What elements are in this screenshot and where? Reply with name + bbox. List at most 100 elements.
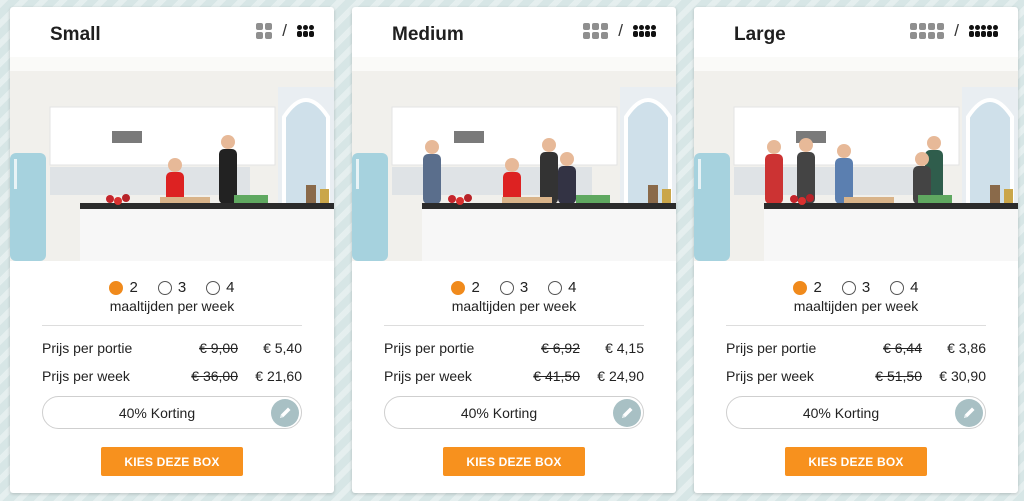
discount-text: 40% Korting (118, 405, 196, 421)
discount-text: 40% Korting (460, 405, 538, 421)
price-row: Prijs per week € 41,50 € 24,90 (384, 368, 644, 388)
kitchen-photo (10, 57, 334, 261)
meals-radio-group: 2 3 4 (10, 279, 334, 296)
price-label: Prijs per portie (42, 340, 133, 356)
meals-radio-group: 2 3 4 (694, 279, 1018, 296)
divider (726, 325, 986, 326)
meals-per-week-label: maaltijden per week (451, 298, 577, 314)
old-price: € 6,92 (541, 340, 580, 356)
meals-option-2[interactable]: 2 (109, 279, 138, 296)
separator: / (954, 21, 959, 40)
box-card-small: Small / 2 3 4 maaltijden per week Prijs … (10, 7, 334, 493)
family-icon[interactable] (969, 25, 998, 37)
radio-dot-icon[interactable] (499, 280, 514, 295)
old-price: € 41,50 (533, 368, 580, 384)
meals-option-label: 4 (568, 279, 577, 296)
box-card-large: Large / 2 3 4 maaltijden per week Prijs … (694, 7, 1018, 493)
price-label: Prijs per week (384, 368, 472, 384)
meals-option-3[interactable]: 3 (499, 279, 529, 296)
kitchen-photo-art (352, 57, 676, 261)
new-price: € 3,86 (947, 340, 986, 356)
radio-dot-icon[interactable] (157, 280, 172, 295)
edit-discount-button[interactable] (955, 399, 983, 427)
discount-field[interactable]: 40% Korting (726, 396, 986, 429)
kitchen-photo-art (694, 57, 1018, 261)
divider (42, 325, 302, 326)
meals-option-3[interactable]: 3 (841, 279, 871, 296)
meals-option-4[interactable]: 4 (890, 279, 919, 296)
household-icons: / (910, 21, 998, 41)
household-icons: / (583, 21, 656, 41)
old-price: € 51,50 (875, 368, 922, 384)
meals-per-week-label: maaltijden per week (109, 298, 235, 314)
pencil-icon (964, 407, 975, 418)
old-price: € 36,00 (191, 368, 238, 384)
family-icon[interactable] (297, 25, 314, 37)
meals-option-label: 2 (129, 279, 138, 296)
meals-option-label: 3 (861, 279, 871, 296)
family-icon[interactable] (633, 25, 656, 37)
radio-dot-icon[interactable] (793, 280, 808, 295)
edit-discount-button[interactable] (613, 399, 641, 427)
choose-box-button[interactable]: KIES DEZE BOX (101, 447, 243, 476)
price-label: Prijs per portie (726, 340, 817, 356)
meals-option-4[interactable]: 4 (548, 279, 577, 296)
three-person-icon[interactable] (583, 23, 609, 39)
meals-option-3[interactable]: 3 (157, 279, 187, 296)
pencil-icon (622, 407, 633, 418)
household-icons: / (256, 21, 314, 41)
price-label: Prijs per portie (384, 340, 475, 356)
new-price: € 24,90 (597, 368, 644, 384)
card-header: Medium / (352, 7, 676, 57)
price-row: Prijs per week € 51,50 € 30,90 (726, 368, 986, 388)
new-price: € 21,60 (255, 368, 302, 384)
four-person-icon[interactable] (910, 23, 945, 39)
meals-option-label: 4 (226, 279, 235, 296)
choose-box-button[interactable]: KIES DEZE BOX (785, 447, 927, 476)
separator: / (282, 21, 287, 40)
meals-per-week-label: maaltijden per week (793, 298, 919, 314)
meals-option-label: 3 (519, 279, 529, 296)
meals-option-2[interactable]: 2 (451, 279, 480, 296)
card-header: Large / (694, 7, 1018, 57)
meals-option-label: 2 (813, 279, 822, 296)
meals-option-4[interactable]: 4 (206, 279, 235, 296)
new-price: € 5,40 (263, 340, 302, 356)
new-price: € 30,90 (939, 368, 986, 384)
card-title: Medium (392, 24, 464, 45)
old-price: € 9,00 (199, 340, 238, 356)
pencil-icon (280, 407, 291, 418)
radio-dot-icon[interactable] (841, 280, 856, 295)
price-row: Prijs per portie € 9,00 € 5,40 (42, 340, 302, 360)
discount-text: 40% Korting (802, 405, 880, 421)
price-row: Prijs per week € 36,00 € 21,60 (42, 368, 302, 388)
meals-option-2[interactable]: 2 (793, 279, 822, 296)
old-price: € 6,44 (883, 340, 922, 356)
meals-radio-group: 2 3 4 (352, 279, 676, 296)
kitchen-photo-art (10, 57, 334, 261)
separator: / (618, 21, 623, 40)
meals-option-label: 4 (910, 279, 919, 296)
divider (384, 325, 644, 326)
radio-dot-icon[interactable] (109, 280, 124, 295)
new-price: € 4,15 (605, 340, 644, 356)
meals-option-label: 3 (177, 279, 187, 296)
price-row: Prijs per portie € 6,44 € 3,86 (726, 340, 986, 360)
price-row: Prijs per portie € 6,92 € 4,15 (384, 340, 644, 360)
discount-field[interactable]: 40% Korting (384, 396, 644, 429)
radio-dot-icon[interactable] (451, 280, 466, 295)
box-card-medium: Medium / 2 3 4 maaltijden per week Prijs… (352, 7, 676, 493)
card-header: Small / (10, 7, 334, 57)
edit-discount-button[interactable] (271, 399, 299, 427)
radio-dot-icon[interactable] (548, 280, 563, 295)
radio-dot-icon[interactable] (890, 280, 905, 295)
radio-dot-icon[interactable] (206, 280, 221, 295)
discount-field[interactable]: 40% Korting (42, 396, 302, 429)
card-title: Large (734, 24, 786, 45)
choose-box-button[interactable]: KIES DEZE BOX (443, 447, 585, 476)
two-person-icon[interactable] (256, 23, 273, 39)
kitchen-photo (352, 57, 676, 261)
price-label: Prijs per week (42, 368, 130, 384)
card-title: Small (50, 24, 101, 45)
kitchen-photo (694, 57, 1018, 261)
